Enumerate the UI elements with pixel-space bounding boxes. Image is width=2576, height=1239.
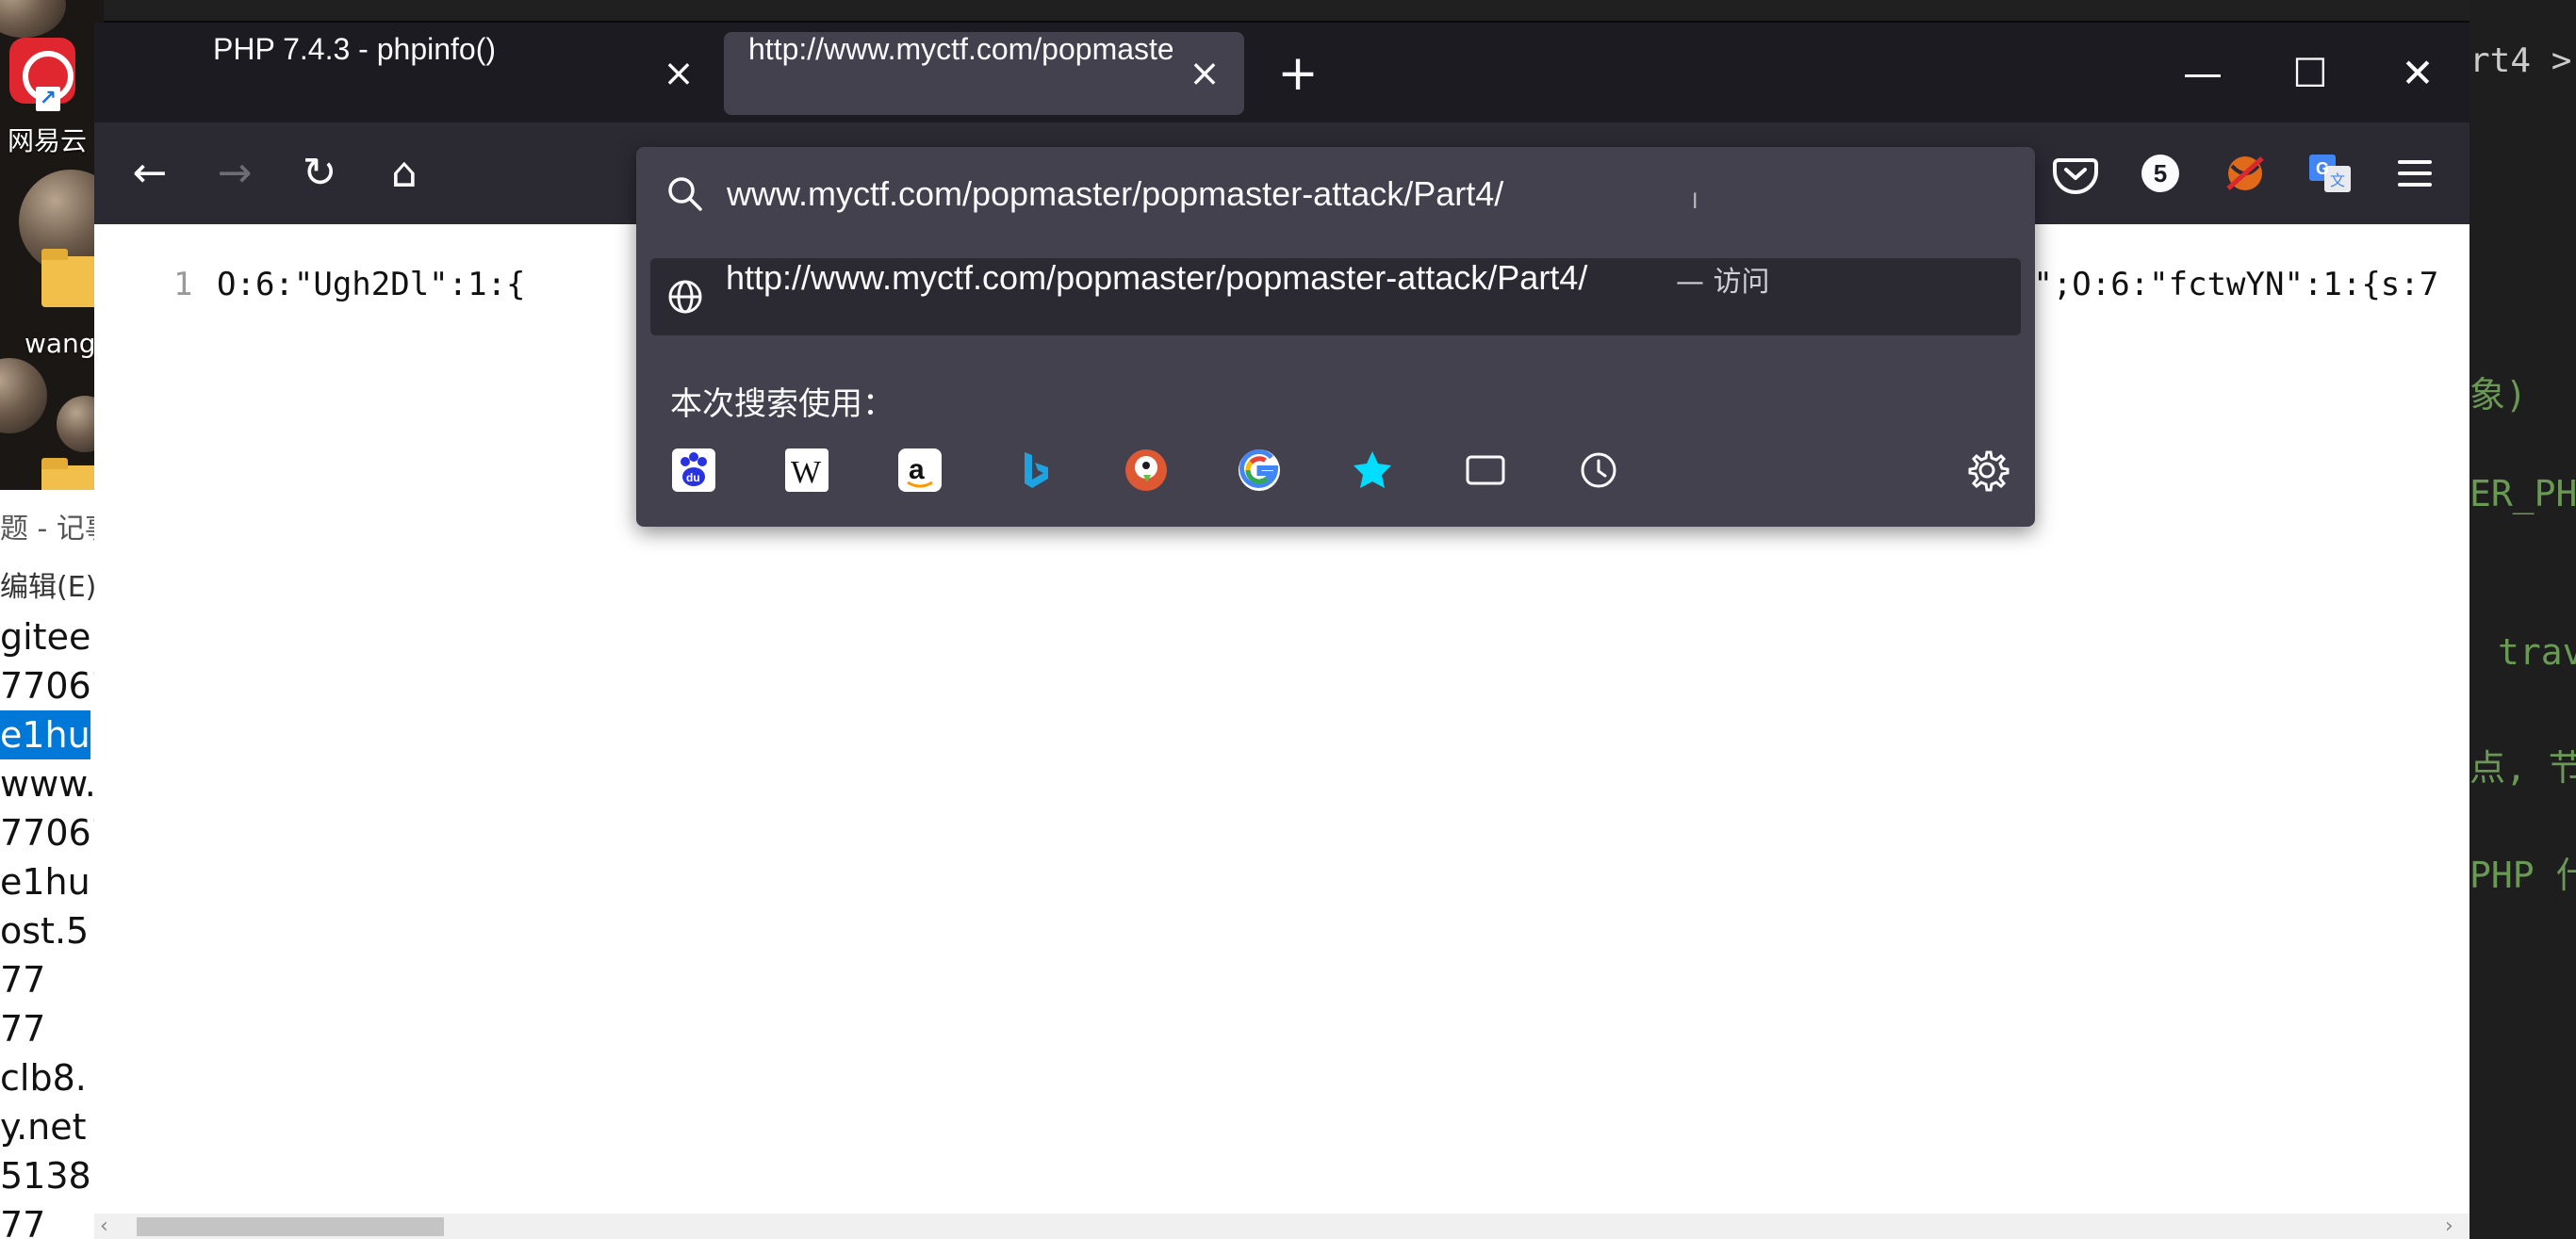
search-engines-label: 本次搜索使用： — [670, 385, 894, 423]
scroll-right-icon[interactable]: › — [2445, 1214, 2453, 1239]
svg-text:W: W — [791, 455, 822, 490]
tab-myctf[interactable]: http://www.myctf.com/popmaste × — [724, 32, 1244, 115]
menu-icon[interactable] — [2385, 143, 2445, 204]
extension-badge-icon[interactable]: 5 — [2130, 143, 2190, 204]
pocket-icon[interactable] — [2045, 143, 2106, 204]
notepad-line: e1hu — [0, 710, 90, 759]
notepad-menu-edit[interactable]: 编辑(E) — [0, 563, 96, 605]
shortcut-arrow-icon: ↗ — [36, 87, 60, 111]
url-suggestion-row[interactable]: http://www.myctf.com/popmaster/popmaster… — [650, 258, 2021, 335]
suggestion-url: http://www.myctf.com/popmaster/popmaster… — [726, 258, 1588, 297]
notepad-line: 77 — [0, 1204, 46, 1239]
editor-line: trav — [2498, 631, 2576, 673]
search-icon — [668, 177, 702, 211]
svg-text:G: G — [2316, 159, 2329, 178]
serialized-text-start: O:6:"Ugh2Dl":1:{ — [217, 266, 526, 303]
tab-title: PHP 7.4.3 - phpinfo() — [213, 32, 497, 66]
editor-line: PHP 什 — [2469, 855, 2576, 896]
folder-icon[interactable] — [41, 249, 102, 307]
svg-text:文: 文 — [2330, 171, 2345, 189]
wikipedia-icon[interactable]: W — [783, 447, 830, 494]
notepad-line: 77067 — [0, 812, 104, 854]
extension-count: 5 — [2141, 155, 2179, 192]
new-tab-button[interactable]: + — [1268, 43, 1328, 104]
scrollbar-thumb[interactable] — [137, 1217, 444, 1236]
tab-bar: PHP 7.4.3 - phpinfo() × http://www.myctf… — [94, 23, 2469, 122]
notepad-line: 77 — [0, 1008, 46, 1050]
notepad-line: 51381 — [0, 1155, 104, 1197]
notepad-line: www. — [0, 763, 96, 805]
home-button[interactable]: ⌂ — [374, 143, 435, 204]
duckduckgo-icon[interactable] — [1123, 447, 1170, 494]
text-cursor-icon: I — [1692, 190, 1698, 214]
hackbar-extension-icon[interactable] — [2215, 143, 2275, 204]
urlbar-dropdown: I http://www.myctf.com/popmaster/popmast… — [636, 147, 2035, 527]
maximize-button[interactable]: ☐ — [2256, 32, 2364, 115]
notepad-line: clb8. — [0, 1057, 87, 1099]
notepad-title: 题 - 记事 — [0, 513, 104, 546]
notepad-line: ost.5 — [0, 910, 90, 952]
baidu-icon[interactable]: du — [670, 447, 717, 494]
close-tab-icon[interactable]: × — [1184, 53, 1225, 94]
svg-text:a: a — [909, 454, 925, 485]
tabs-icon[interactable] — [1462, 447, 1509, 494]
editor-line: 点, 节 — [2469, 747, 2576, 789]
back-button[interactable]: ← — [120, 143, 180, 204]
gear-icon[interactable] — [1963, 447, 2010, 494]
bookmarks-star-icon[interactable] — [1349, 447, 1396, 494]
reload-button[interactable]: ↻ — [289, 143, 350, 204]
notepad-line: 77067 — [0, 665, 104, 707]
editor-line: ER_PH — [2469, 473, 2576, 514]
minimize-button[interactable]: — — [2149, 32, 2256, 115]
globe-icon — [668, 280, 702, 314]
translate-icon[interactable]: G 文 — [2300, 143, 2360, 204]
amazon-icon[interactable]: a — [896, 447, 943, 494]
google-icon[interactable] — [1236, 447, 1283, 494]
svg-text:du: du — [686, 471, 700, 484]
close-tab-icon[interactable]: × — [658, 53, 699, 94]
suggestion-action: — 访问 — [1676, 266, 1770, 299]
tab-phpinfo[interactable]: PHP 7.4.3 - phpinfo() × — [104, 32, 716, 115]
forward-button[interactable]: → — [205, 143, 265, 204]
firefox-window: PHP 7.4.3 - phpinfo() × http://www.myctf… — [94, 23, 2469, 1239]
folder-label: wang — [25, 328, 96, 359]
notepad-line: 77 — [0, 959, 46, 1001]
scroll-left-icon[interactable]: ‹ — [100, 1214, 108, 1239]
notepad-line: y.net — [0, 1106, 87, 1148]
horizontal-scrollbar[interactable]: ‹ › — [94, 1214, 2469, 1239]
tab-title: http://www.myctf.com/popmaste — [748, 32, 1173, 66]
notepad-line: gitee. — [0, 616, 103, 658]
bing-icon[interactable] — [1009, 447, 1057, 494]
history-icon[interactable] — [1575, 447, 1622, 494]
editor-breadcrumb: rt4 > — [2469, 41, 2572, 80]
netease-label: 网易云 — [8, 125, 88, 156]
notepad-line: e1hu — [0, 861, 90, 903]
line-number: 1 — [173, 266, 193, 303]
url-input[interactable] — [727, 164, 1895, 224]
editor-line: 象) — [2469, 374, 2527, 416]
code-editor-window: rt4 > 象) ER_PH trav 点, 节 PHP 什 — [2469, 0, 2576, 1239]
notepad-window: 题 - 记事 编辑(E) gitee. 77067 e1hu www. 77067 e1h… — [0, 490, 104, 1239]
close-window-button[interactable]: ✕ — [2364, 32, 2471, 115]
background-window-strip — [104, 0, 2469, 21]
